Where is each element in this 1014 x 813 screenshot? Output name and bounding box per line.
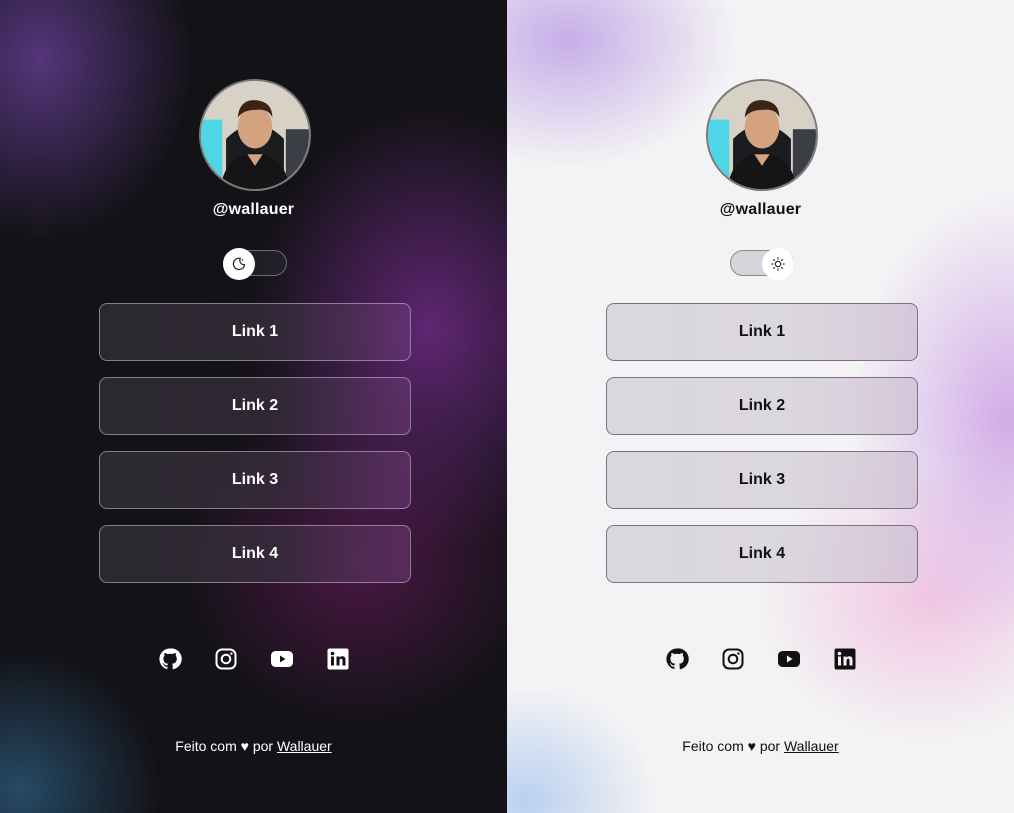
linkedin-icon bbox=[834, 648, 855, 670]
author-link[interactable]: Wallauer bbox=[277, 738, 332, 754]
footer: Feito com ♥ por Wallauer bbox=[0, 738, 507, 754]
link-button-4[interactable]: Link 4 bbox=[606, 525, 918, 583]
username: @wallauer bbox=[212, 201, 295, 218]
github-link[interactable] bbox=[665, 647, 689, 671]
youtube-link[interactable] bbox=[270, 647, 294, 671]
theme-toggle-knob[interactable] bbox=[223, 248, 255, 280]
avatar bbox=[706, 79, 818, 191]
footer-text: Feito com ♥ por bbox=[175, 738, 277, 754]
link-button-3[interactable]: Link 3 bbox=[606, 451, 918, 509]
youtube-link[interactable] bbox=[777, 647, 801, 671]
avatar-photo bbox=[708, 81, 816, 189]
theme-toggle[interactable] bbox=[730, 248, 794, 280]
linkedin-link[interactable] bbox=[326, 647, 350, 671]
avatar-photo bbox=[201, 81, 309, 189]
links-list: Link 1 Link 2 Link 3 Link 4 bbox=[606, 303, 918, 599]
youtube-icon bbox=[777, 651, 800, 667]
github-link[interactable] bbox=[158, 647, 182, 671]
youtube-icon bbox=[270, 651, 293, 667]
links-list: Link 1 Link 2 Link 3 Link 4 bbox=[99, 303, 411, 599]
instagram-icon bbox=[722, 648, 743, 670]
instagram-link[interactable] bbox=[721, 647, 745, 671]
instagram-link[interactable] bbox=[214, 647, 238, 671]
sun-icon bbox=[771, 257, 785, 271]
moon-icon bbox=[232, 257, 246, 271]
link-button-2[interactable]: Link 2 bbox=[99, 377, 411, 435]
theme-toggle-knob[interactable] bbox=[762, 248, 794, 280]
link-button-1[interactable]: Link 1 bbox=[606, 303, 918, 361]
light-theme-panel: @wallauer Link 1 Link 2 Link 3 Link 4 Fe… bbox=[507, 0, 1014, 813]
github-icon bbox=[665, 648, 689, 670]
dark-theme-panel: @wallauer Link 1 Link 2 Link 3 Link 4 Fe… bbox=[0, 0, 507, 813]
github-icon bbox=[158, 648, 182, 670]
footer-text: Feito com ♥ por bbox=[682, 738, 784, 754]
link-button-2[interactable]: Link 2 bbox=[606, 377, 918, 435]
avatar bbox=[199, 79, 311, 191]
link-button-3[interactable]: Link 3 bbox=[99, 451, 411, 509]
linkedin-icon bbox=[327, 648, 348, 670]
link-button-1[interactable]: Link 1 bbox=[99, 303, 411, 361]
footer: Feito com ♥ por Wallauer bbox=[507, 738, 1014, 754]
linkedin-link[interactable] bbox=[833, 647, 857, 671]
link-button-4[interactable]: Link 4 bbox=[99, 525, 411, 583]
username: @wallauer bbox=[719, 201, 802, 218]
author-link[interactable]: Wallauer bbox=[784, 738, 839, 754]
social-links bbox=[507, 647, 1014, 671]
social-links bbox=[0, 647, 507, 671]
instagram-icon bbox=[215, 648, 236, 670]
theme-toggle[interactable] bbox=[223, 248, 287, 280]
